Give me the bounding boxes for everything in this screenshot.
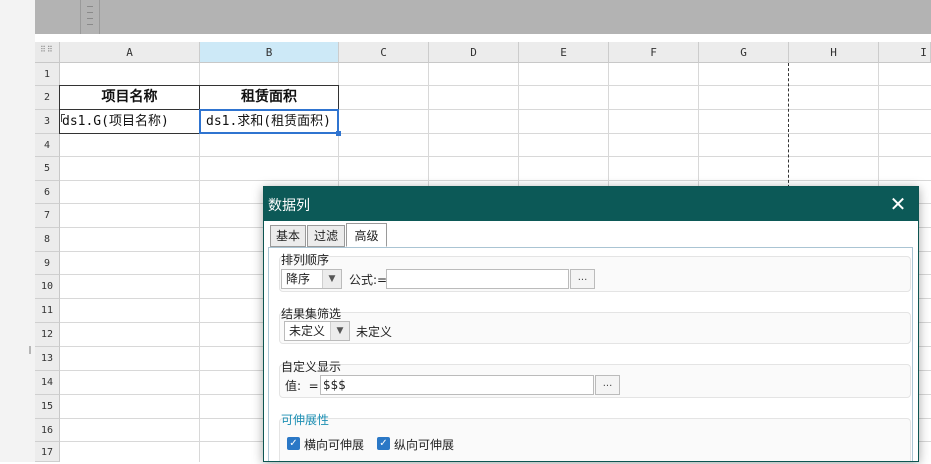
gridline (60, 180, 931, 181)
row-header-10[interactable]: 10 (35, 275, 60, 299)
vertical-expand-label: 纵向可伸展 (394, 438, 455, 452)
sort-group-label: 排列顺序 (281, 253, 330, 267)
select-all-corner[interactable]: ⠿⠿ (35, 42, 60, 63)
dialog-title: 数据列 (268, 198, 310, 214)
row-header-15[interactable]: 15 (35, 395, 60, 419)
row-header-16[interactable]: 16 (35, 419, 60, 442)
row-header-13[interactable]: 13 (35, 347, 60, 371)
filter-select[interactable]: 未定义 ▼ (284, 321, 350, 341)
horizontal-expand-checkbox[interactable]: ✓ (287, 437, 300, 450)
row-header-5[interactable]: 5 (35, 157, 60, 181)
col-header-i[interactable]: I (879, 42, 931, 63)
cell-a2[interactable]: 项目名称 (59, 85, 200, 110)
toolbar-gap (35, 34, 931, 42)
display-group-label: 自定义显示 (281, 360, 342, 374)
row-header-12[interactable]: 12 (35, 323, 60, 347)
left-panel-strip (0, 0, 36, 462)
col-header-b[interactable]: B (200, 42, 339, 63)
sort-formula-browse-button[interactable]: ... (570, 269, 595, 289)
display-value-label: 值: = (285, 379, 319, 393)
data-column-dialog: 数据列 ✕ 基本 过滤 高级 排列顺序 降序 ▼ 公式:= ... 结果集筛选 … (263, 186, 919, 462)
tab-filter[interactable]: 过滤 (307, 225, 345, 247)
cell-a3[interactable]: ds1.G(项目名称) (59, 109, 200, 134)
grid-dots-icon: ⠿⠿ (40, 45, 54, 54)
col-header-d[interactable]: D (429, 42, 519, 63)
row-header-6[interactable]: 6 (35, 181, 60, 204)
formula-label: 公式:= (349, 273, 388, 287)
row-header-1[interactable]: 1 (35, 63, 60, 86)
chevron-down-icon: ▼ (330, 322, 349, 340)
dialog-titlebar[interactable]: 数据列 ✕ (264, 187, 918, 221)
advanced-tab-body: 排列顺序 降序 ▼ 公式:= ... 结果集筛选 未定义 ▼ 未定义 自定义显示… (268, 247, 913, 461)
row-header-8[interactable]: 8 (35, 228, 60, 252)
row-header-17[interactable]: 17 (35, 442, 60, 462)
expand-group (279, 418, 911, 461)
col-header-h[interactable]: H (789, 42, 879, 63)
fill-handle[interactable] (336, 131, 341, 136)
tab-advanced[interactable]: 高级 (346, 223, 387, 247)
row-header-14[interactable]: 14 (35, 371, 60, 395)
row-header-11[interactable]: 11 (35, 299, 60, 323)
sort-order-select[interactable]: 降序 ▼ (281, 269, 342, 289)
col-header-e[interactable]: E (519, 42, 609, 63)
toolbar-area (35, 0, 931, 34)
ruler-handle[interactable] (80, 0, 100, 34)
row-header-3[interactable]: 3 (35, 110, 60, 134)
display-value-browse-button[interactable]: ... (595, 375, 620, 395)
filter-group-label: 结果集筛选 (281, 307, 342, 321)
sort-order-value: 降序 (286, 272, 311, 286)
row-header-2[interactable]: 2 (35, 86, 60, 110)
col-header-c[interactable]: C (339, 42, 429, 63)
close-icon[interactable]: ✕ (886, 190, 910, 218)
filter-value-text: 未定义 (356, 325, 393, 339)
col-header-f[interactable]: F (609, 42, 699, 63)
horizontal-expand-label: 横向可伸展 (304, 438, 365, 452)
page-break-line (788, 63, 789, 193)
panel-resize-grip-icon[interactable]: ‖ (28, 346, 32, 354)
cell-marker-icon (61, 114, 65, 122)
cell-b2[interactable]: 租赁面积 (199, 85, 339, 110)
sort-formula-input[interactable] (386, 269, 569, 289)
row-header-7[interactable]: 7 (35, 204, 60, 228)
chevron-down-icon: ▼ (322, 270, 341, 288)
gridline (60, 156, 931, 157)
row-header-9[interactable]: 9 (35, 252, 60, 275)
col-header-a[interactable]: A (60, 42, 200, 63)
vertical-expand-checkbox[interactable]: ✓ (377, 437, 390, 450)
display-value-input[interactable]: $$$ (320, 375, 594, 395)
filter-select-value: 未定义 (289, 324, 326, 338)
row-header-4[interactable]: 4 (35, 134, 60, 157)
tab-basic[interactable]: 基本 (270, 225, 306, 247)
col-header-g[interactable]: G (699, 42, 789, 63)
cell-b3[interactable]: ds1.求和(租赁面积) (199, 109, 339, 134)
expand-group-label: 可伸展性 (281, 413, 330, 427)
